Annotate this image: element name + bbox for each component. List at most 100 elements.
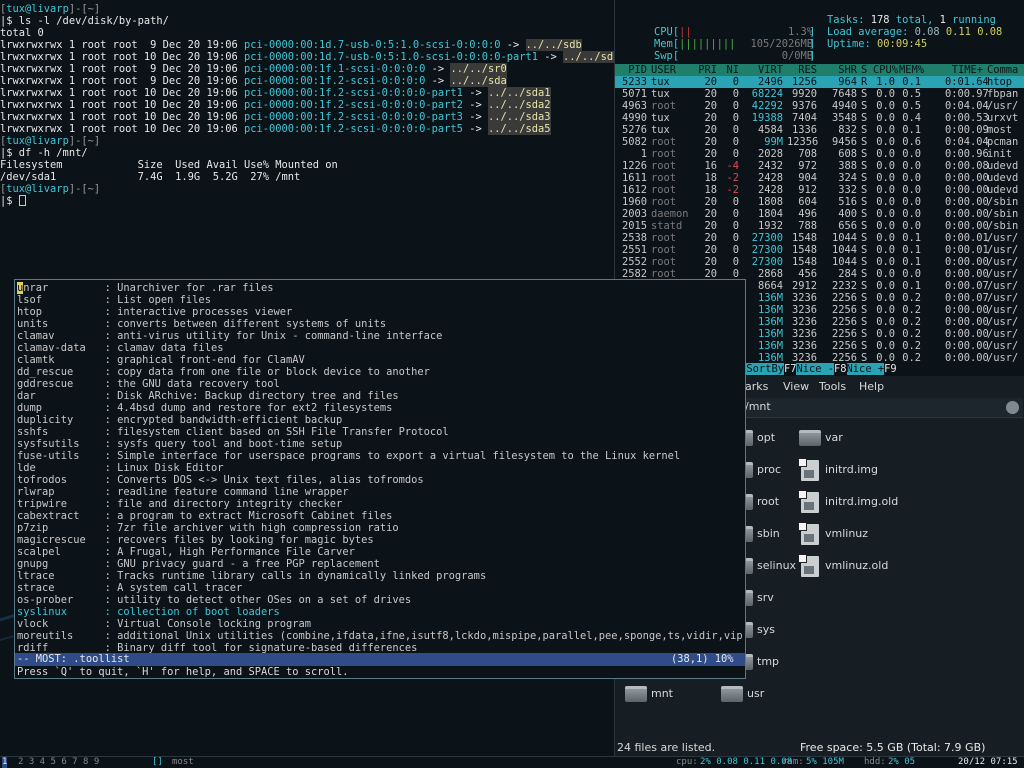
file-name: proc <box>757 463 782 476</box>
tool-list-entry[interactable]: cabextract : a program to extract Micros… <box>17 510 743 522</box>
tool-list-entry[interactable]: tripwire : file and directory integrity … <box>17 498 743 510</box>
layout-indicator[interactable]: [] <box>152 757 163 768</box>
tool-list-entry[interactable]: gnupg : GNU privacy guard - a free PGP r… <box>17 558 743 570</box>
tool-list-entry[interactable]: clamav : anti-virus utility for Unix - c… <box>17 330 743 342</box>
tool-list-entry[interactable]: lde : Linux Disk Editor <box>17 462 743 474</box>
col-header-time[interactable]: TIME+ <box>945 64 983 76</box>
col-header-shr[interactable]: SHR <box>821 64 857 76</box>
tool-list-entry[interactable]: lsof : List open files <box>17 294 743 306</box>
tool-list-entry[interactable]: os-prober : utility to detect other OSes… <box>17 594 743 606</box>
menu-bookmarks[interactable]: arks <box>745 381 768 393</box>
process-cell: 1226 <box>621 160 647 172</box>
tool-list-entry[interactable]: vlock : Virtual Console locking program <box>17 618 743 630</box>
function-label[interactable]: SortBy <box>746 363 784 375</box>
tool-list-entry[interactable]: duplicity : encrypted bandwidth-efficien… <box>17 414 743 426</box>
process-row[interactable]: 5233 tux 20 0 2496 1256 964 R 1.0 0.1 0:01.64 htop <box>615 76 1024 88</box>
ls-link-name: pci-0000:00:1f.2-scsi-0:0:0:0-part2 <box>243 99 463 111</box>
location-path[interactable]: /mnt <box>745 401 771 413</box>
tool-list-entry[interactable]: ltrace : Tracks runtime library calls in… <box>17 570 743 582</box>
tool-list-entry[interactable]: units : converts between different syste… <box>17 318 743 330</box>
function-key[interactable]: F9 <box>884 363 897 375</box>
col-header-pid[interactable]: PID <box>617 64 647 76</box>
process-cell: 0.0 <box>876 268 895 280</box>
file-icon <box>798 490 819 513</box>
tool-list-entry[interactable]: tofrodos : Converts DOS <-> Unix text fi… <box>17 474 743 486</box>
col-header-ni[interactable]: NI <box>723 64 739 76</box>
terminal-cursor[interactable] <box>18 195 26 206</box>
process-cell: 1548 <box>791 232 817 244</box>
menu-view[interactable]: View <box>783 381 809 393</box>
tool-list-entry[interactable]: fuse-utils : Simple interface for usersp… <box>17 450 743 462</box>
tool-list-entry[interactable]: gddrescue : the GNU data recovery tool <box>17 378 743 390</box>
tool-list-entry[interactable]: clamtk : graphical front-end for ClamAV <box>17 354 743 366</box>
process-row[interactable]: 1960 root 20 0 1808 604 516 S 0.0 0.0 0:00.00/sbin <box>615 196 1024 208</box>
tool-list-entry[interactable]: sshfs : filesystem client based on SSH F… <box>17 426 743 438</box>
process-row[interactable]: 2015 statd 20 0 1932 788 656 S 0.0 0.0 0:00.00/sbi… <box>615 220 1024 232</box>
tool-list-entry[interactable]: dar : Disk ARchive: Backup directory tre… <box>17 390 743 402</box>
terminal-text: total 0 <box>0 27 44 39</box>
process-row[interactable]: 5071 tux 20 0 68224 9920 7648 S 0.0 0.5 0:00.97 fbp… <box>615 88 1024 100</box>
tool-list-entry[interactable]: magicrescue : recovers files by looking … <box>17 534 743 546</box>
process-table-header[interactable]: PID USER PRI NI VIRT RES SHR S CPU% MEM% TIME+ Comm… <box>615 64 1024 76</box>
terminal-window[interactable]: [tux@livarp]-[~] |$ ls -l /dev/disk/by-pa… <box>0 0 614 278</box>
process-cell: /usr/ <box>987 232 1019 244</box>
process-row[interactable]: 1611 root 18 -2 2428 904 324 S 0.0 0.0 0:00.00 udev… <box>615 172 1024 184</box>
process-cell: /sbin <box>987 208 1019 220</box>
function-key[interactable]: F8 <box>834 363 847 375</box>
tool-list-entry[interactable]: sysfsutils : sysfs query tool and boot-t… <box>17 438 743 450</box>
workspace-1[interactable]: 1 <box>2 757 8 768</box>
function-label[interactable]: Nice - <box>796 363 835 375</box>
tool-description: Simple interface for userspace programs … <box>117 450 681 462</box>
process-row[interactable]: 4990 tux 20 0 19388 7404 3548 S 0.0 0.4 0:00.53 urx… <box>615 112 1024 124</box>
tool-list-entry[interactable]: htop : interactive processes viewer <box>17 306 743 318</box>
tool-list-entry[interactable]: dump : 4.4bsd dump and restore for ext2 … <box>17 402 743 414</box>
tool-list-entry[interactable]: scalpel : A Frugal, High Performance Fil… <box>17 546 743 558</box>
col-header-s[interactable]: S <box>861 64 867 76</box>
function-key[interactable]: F7 <box>784 363 797 375</box>
load-average: Load average: 0.08 0.11 0.08 <box>827 26 1003 38</box>
process-cell: -2 <box>726 184 739 196</box>
col-header-res[interactable]: RES <box>787 64 817 76</box>
tool-description: the GNU data recovery tool <box>117 378 280 390</box>
tool-name: dump <box>17 402 99 414</box>
tool-list-entry[interactable]: dd_rescue : copy data from one file or b… <box>17 366 743 378</box>
refresh-icon[interactable] <box>1006 401 1019 414</box>
process-row[interactable]: 2551 root 20 0 27300 1548 1044 S 0.0 0.1 0:00.01/u… <box>615 244 1024 256</box>
terminal-text: Filesystem Size Used Avail Use% Mounted … <box>0 159 338 171</box>
tool-list-entry[interactable]: clamav-data : clamav data files <box>17 342 743 354</box>
process-cell: 0.0 <box>876 112 895 124</box>
process-row[interactable]: 2538 root 20 0 27300 1548 1044 S 0.0 0.1 0:00.01/u… <box>615 232 1024 244</box>
process-cell: 0 <box>732 76 739 88</box>
process-row[interactable]: 5082 root 20 0 99M 12356 9456 S 0.0 0.6 0:04.04 pcm… <box>615 136 1024 148</box>
process-row[interactable]: 2003 daemon 20 0 1804 496 400 S 0.0 0.0 0:00.00/sb… <box>615 208 1024 220</box>
menu-help[interactable]: Help <box>859 381 884 393</box>
col-header-user[interactable]: USER <box>651 64 676 76</box>
process-row[interactable]: 5276 tux 20 0 4584 1336 832 S 0.0 0.1 0:00.09 most <box>615 124 1024 136</box>
tool-list-entry[interactable]: syslinux : collection of boot loaders <box>17 606 743 618</box>
tool-list-entry[interactable]: moreutils : additional Unix utilities (c… <box>17 630 743 642</box>
process-cell: 0.1 <box>902 244 921 256</box>
process-row[interactable]: 1226 root 16 -4 2432 972 388 S 0.0 0.0 0:00.08 udev… <box>615 160 1024 172</box>
function-label[interactable]: Nice + <box>846 363 885 375</box>
tool-list-entry[interactable]: unrar : Unarchiver for .rar files <box>17 282 743 294</box>
tool-list-entry[interactable]: rlwrap : readline feature command line w… <box>17 486 743 498</box>
process-row[interactable]: 1 root 20 0 2028 708 608 S 0.0 0.0 0:00.96 init <box>615 148 1024 160</box>
terminal-line: lrwxrwxrwx 1 root root 10 Dec 20 19:06 p… <box>0 87 614 99</box>
tool-list-entry[interactable]: strace : A system call tracer <box>17 582 743 594</box>
tool-description: Disk ARchive: Backup directory tree and … <box>117 390 399 402</box>
tool-list-entry[interactable]: p7zip : 7zr file archiver with high comp… <box>17 522 743 534</box>
col-header-pri[interactable]: PRI <box>697 64 717 76</box>
col-header-virt[interactable]: VIRT <box>745 64 783 76</box>
col-header-mem[interactable]: MEM% <box>899 64 924 76</box>
process-row[interactable]: 1612 root 18 -2 2428 912 332 S 0.0 0.0 0:00.00 udev… <box>615 184 1024 196</box>
menu-tools[interactable]: Tools <box>819 381 846 393</box>
col-header-comma[interactable]: Comma <box>987 64 1018 76</box>
workspace-list[interactable]: 2 3 4 5 6 7 8 9 <box>18 757 99 768</box>
process-cell: most <box>987 124 1013 136</box>
process-row[interactable]: 2552 root 20 0 27300 1548 1044 S 0.0 0.1 0:00.00/u… <box>615 256 1024 268</box>
process-row[interactable]: 4963 root 20 0 42292 9376 4940 S 0.0 0.5 0:04.04/u… <box>615 100 1024 112</box>
process-cell: 0:00.00 <box>945 328 989 340</box>
tool-description: Unarchiver for .rar files <box>117 282 274 294</box>
most-pager-window[interactable]: unrar : Unarchiver for .rar files lsof : … <box>14 279 746 679</box>
col-header-cpu[interactable]: CPU% <box>873 64 898 76</box>
